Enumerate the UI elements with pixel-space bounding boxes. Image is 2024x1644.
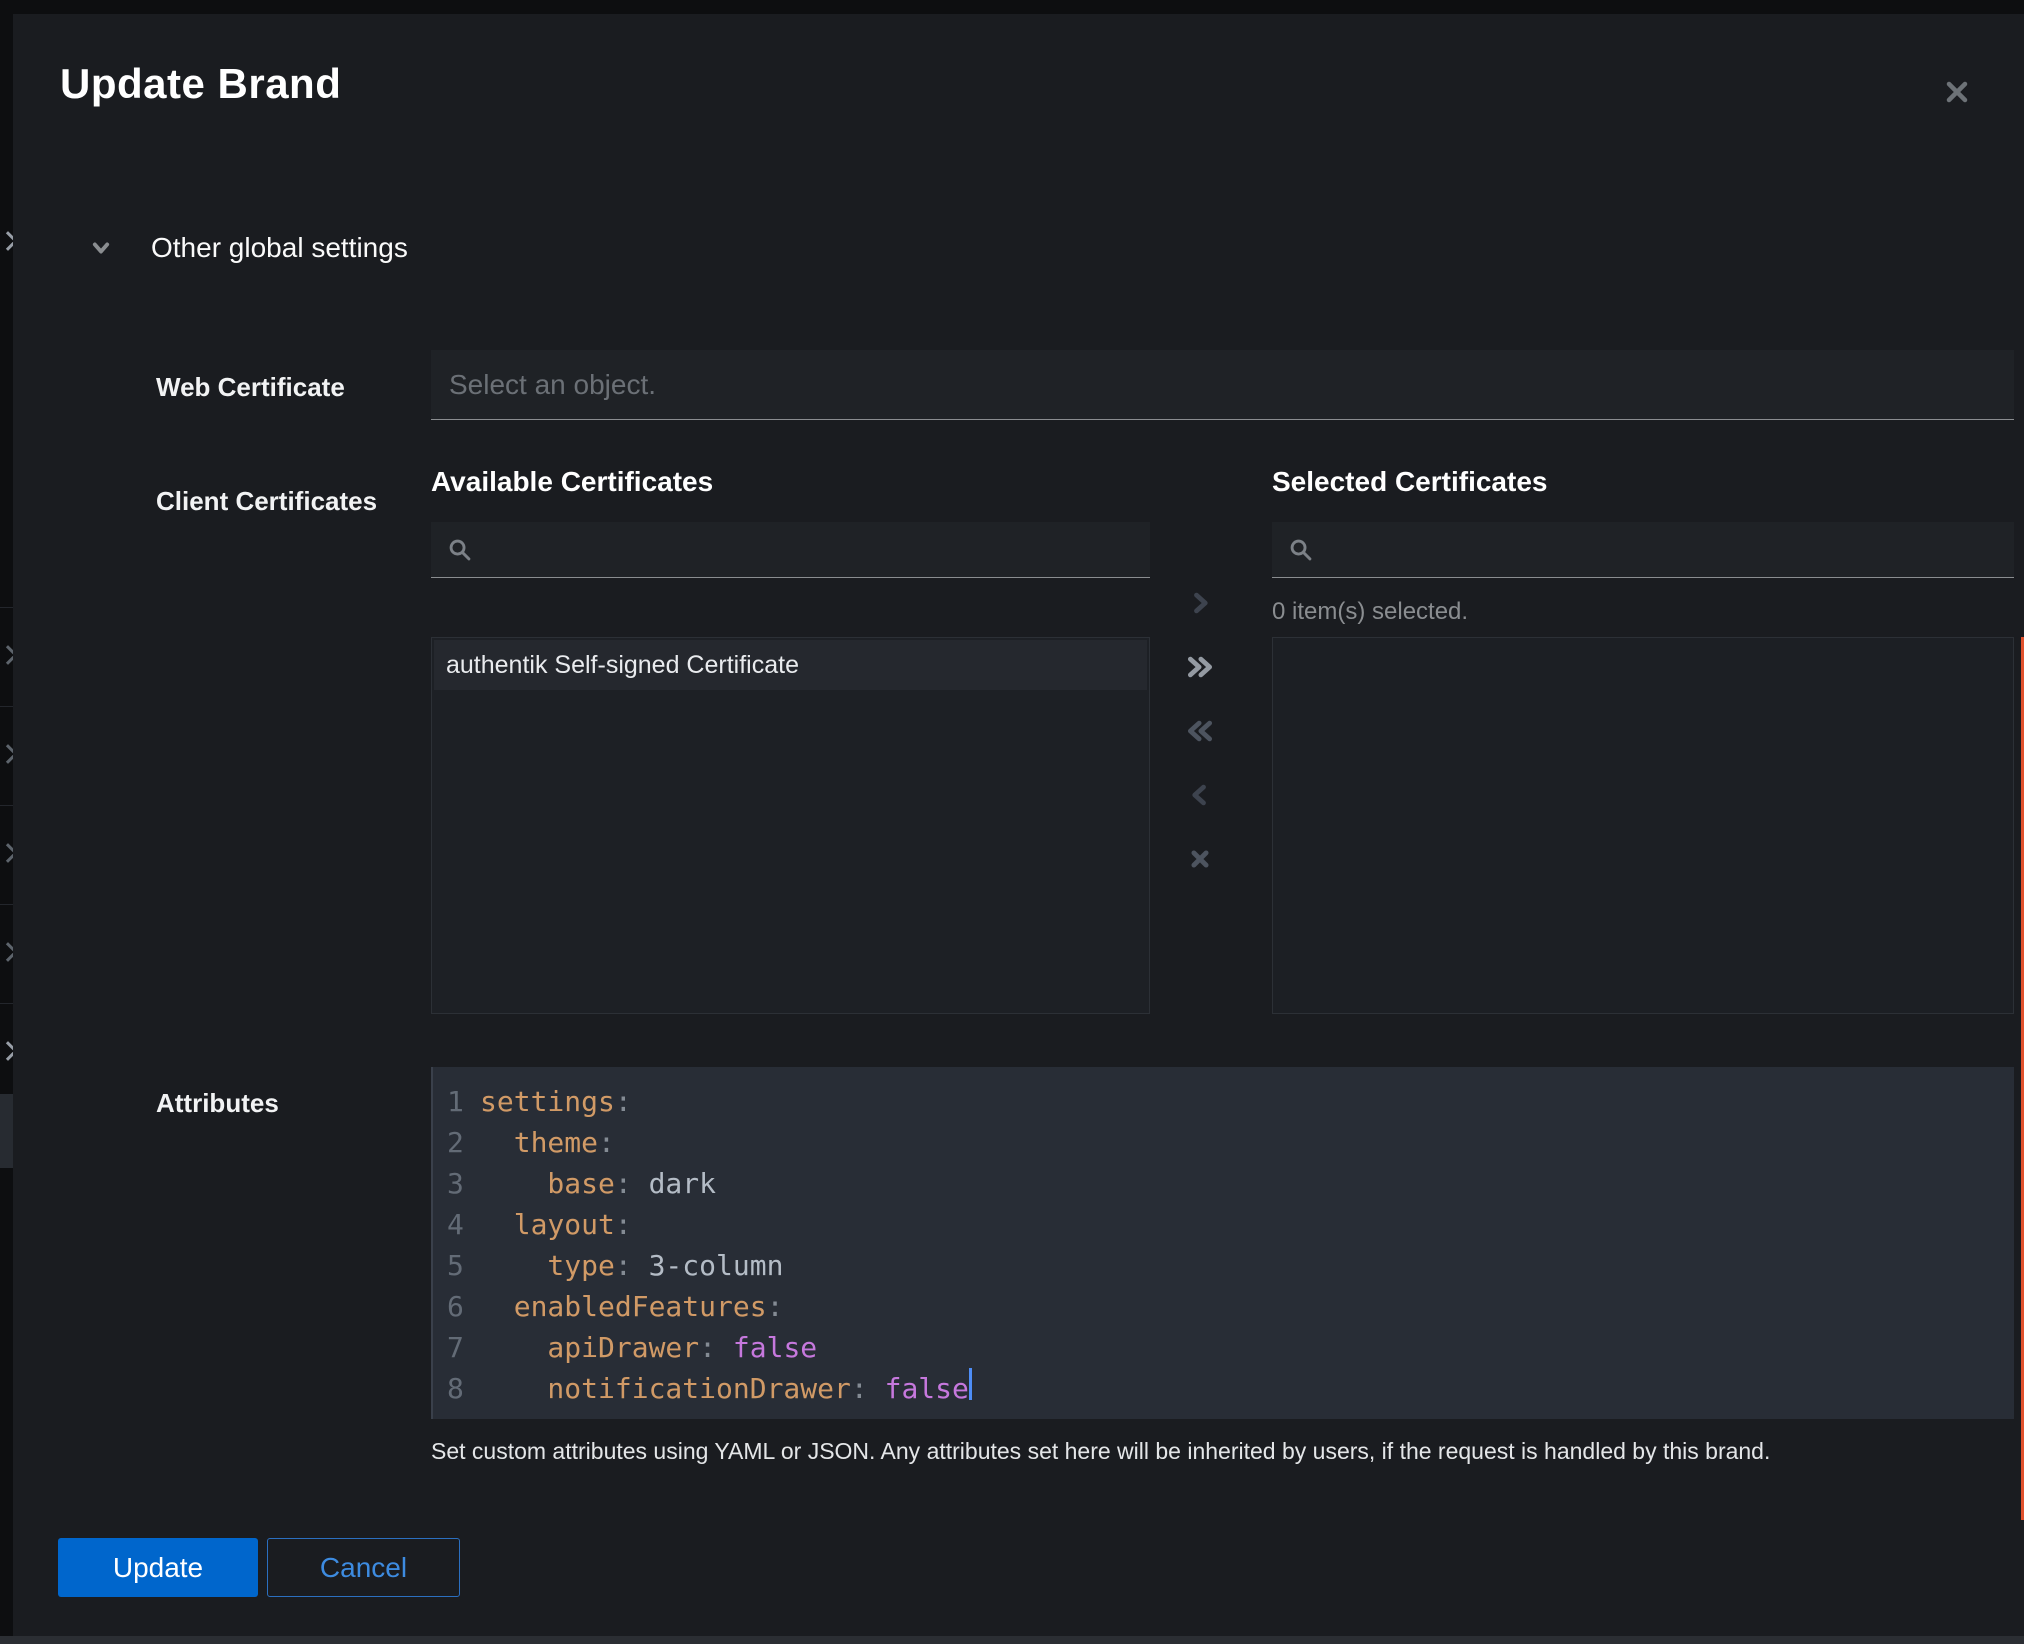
- bottom-edge-strip: [0, 1636, 2024, 1644]
- divider: [0, 1003, 13, 1004]
- available-certificates-header: Available Certificates: [431, 466, 713, 498]
- update-button[interactable]: Update: [58, 1538, 258, 1597]
- cancel-button[interactable]: Cancel: [267, 1538, 460, 1597]
- add-selected-button[interactable]: [1178, 581, 1222, 625]
- text-cursor: [969, 1368, 972, 1400]
- list-item-certificate[interactable]: authentik Self-signed Certificate: [434, 640, 1147, 690]
- divider: [0, 706, 13, 707]
- editor-line: 7 apiDrawer: false: [433, 1327, 2014, 1368]
- divider: [0, 904, 13, 905]
- backdrop-left-sliver: [0, 0, 13, 1644]
- chevron-fragment-icon: [0, 231, 13, 251]
- divider: [0, 805, 13, 806]
- editor-line: 4 layout:: [433, 1204, 2014, 1245]
- section-label: Other global settings: [151, 232, 408, 264]
- chevron-fragment-icon: [0, 843, 13, 863]
- editor-line: 1settings:: [433, 1081, 2014, 1122]
- editor-line: 6 enabledFeatures:: [433, 1286, 2014, 1327]
- double-chevron-left-icon: [1183, 717, 1217, 745]
- chevron-right-icon: [1186, 589, 1214, 617]
- selected-search-input[interactable]: [1272, 522, 2014, 578]
- selected-count-status: 0 item(s) selected.: [1272, 598, 1468, 626]
- editor-line: 8 notificationDrawer: false: [433, 1368, 2014, 1409]
- divider: [0, 607, 13, 608]
- attributes-help-text: Set custom attributes using YAML or JSON…: [431, 1438, 2024, 1465]
- double-chevron-right-icon: [1183, 653, 1217, 681]
- close-icon: [1941, 76, 1973, 108]
- chevron-down-icon: [87, 234, 115, 262]
- attributes-code-editor[interactable]: 1settings: 2 theme: 3 base: dark 4 layou…: [431, 1067, 2014, 1419]
- highlighted-row-fragment: [0, 1094, 13, 1168]
- section-toggle-other-global-settings[interactable]: Other global settings: [87, 232, 408, 264]
- chevron-fragment-icon: [0, 942, 13, 962]
- update-brand-modal: Update Brand Other global settings Web C…: [13, 14, 2024, 1644]
- client-certificates-label: Client Certificates: [156, 486, 377, 517]
- available-search-input[interactable]: [431, 522, 1150, 578]
- modal-title: Update Brand: [60, 60, 341, 108]
- available-list: authentik Self-signed Certificate: [431, 637, 1150, 1014]
- selected-list: [1272, 637, 2014, 1014]
- add-all-button[interactable]: [1178, 645, 1222, 689]
- selected-search: [1272, 522, 2014, 578]
- chevron-fragment-icon: [0, 645, 13, 665]
- editor-line: 2 theme:: [433, 1122, 2014, 1163]
- chevron-left-icon: [1186, 781, 1214, 809]
- attributes-label: Attributes: [156, 1088, 279, 1119]
- close-button[interactable]: [1931, 66, 1983, 118]
- web-certificate-select[interactable]: [431, 350, 2014, 420]
- chevron-fragment-icon: [0, 744, 13, 764]
- remove-selected-button[interactable]: [1178, 773, 1222, 817]
- chevron-fragment-icon: [0, 1041, 13, 1061]
- selected-certificates-header: Selected Certificates: [1272, 466, 1547, 498]
- backdrop-top-strip: [0, 0, 2024, 14]
- times-icon: [1186, 845, 1214, 873]
- screen: Update Brand Other global settings Web C…: [0, 0, 2024, 1644]
- editor-line: 3 base: dark: [433, 1163, 2014, 1204]
- remove-all-button[interactable]: [1178, 709, 1222, 753]
- web-certificate-label: Web Certificate: [156, 372, 345, 403]
- clear-selection-button[interactable]: [1178, 837, 1222, 881]
- editor-line: 5 type: 3-column: [433, 1245, 2014, 1286]
- available-search: [431, 522, 1150, 578]
